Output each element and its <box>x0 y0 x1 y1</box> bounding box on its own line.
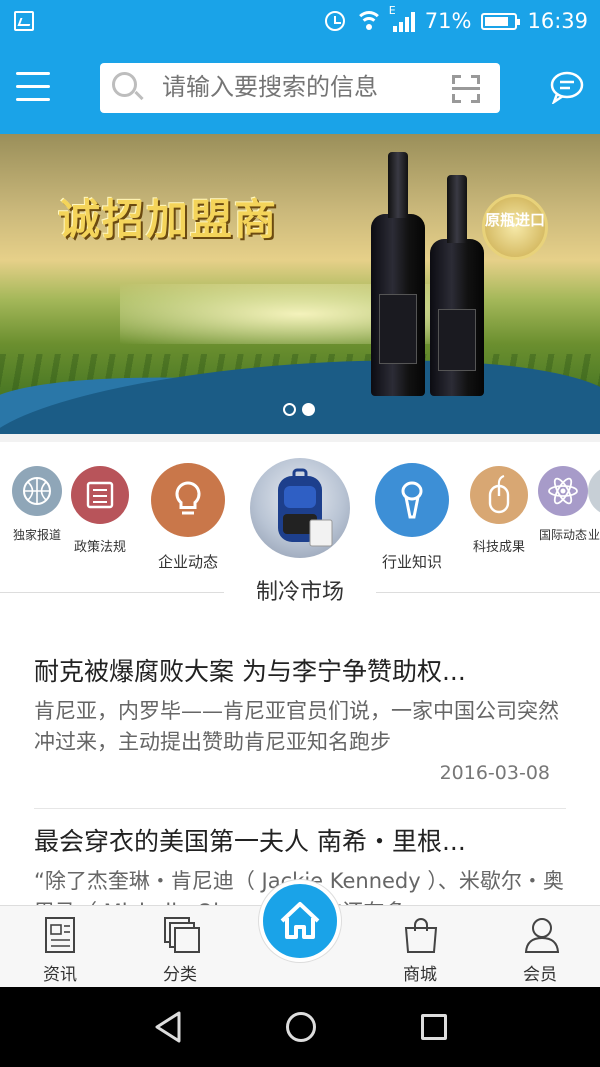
news-icon <box>45 917 75 953</box>
article-title: 最会穿衣的美国第一夫人 南希・里根... <box>34 827 466 856</box>
search-box[interactable] <box>100 63 500 113</box>
category-label: 行业知识 <box>381 553 442 571</box>
scan-icon[interactable] <box>452 75 480 103</box>
wine-bottle-image <box>430 175 484 396</box>
menu-icon[interactable] <box>16 72 50 102</box>
nav-category[interactable]: 分类 <box>130 906 230 988</box>
wine-bottle-image <box>371 152 425 396</box>
shopping-bag-icon <box>404 918 438 953</box>
carousel-dot-active[interactable] <box>302 403 315 416</box>
status-bar: E 71% 16:39 <box>0 0 600 42</box>
import-badge: 原瓶进口 <box>482 194 548 260</box>
nav-news[interactable]: 资讯 <box>10 906 110 988</box>
message-icon[interactable] <box>550 70 584 106</box>
basketball-icon <box>12 466 62 516</box>
featured-category-label: 制冷市场 <box>255 580 344 605</box>
search-input[interactable] <box>162 63 432 113</box>
category-refrigeration-market[interactable] <box>249 458 351 558</box>
nav-label: 会员 <box>523 965 557 985</box>
network-type: E <box>388 4 396 17</box>
system-home-icon[interactable] <box>286 1012 316 1042</box>
carousel-dot[interactable] <box>283 403 296 416</box>
article-item[interactable]: 耐克被爆腐败大案 为与李宁争赞助权... 肯尼亚，内罗毕——肯尼亚官员们说，一家… <box>34 652 566 784</box>
nav-mall[interactable]: 商城 <box>370 906 470 988</box>
category-label: 业 <box>588 528 600 542</box>
category-exclusive[interactable]: 独家报道 <box>6 466 68 543</box>
mouse-icon <box>470 466 528 524</box>
carousel-indicator[interactable] <box>283 403 315 416</box>
microphone-icon <box>375 463 449 537</box>
search-icon <box>112 72 144 102</box>
newspaper-icon <box>71 466 129 524</box>
nav-home-button[interactable] <box>259 880 341 962</box>
promo-banner[interactable]: 诚招加盟商 原瓶进口 <box>0 134 600 434</box>
category-label: 国际动态 <box>538 528 587 542</box>
battery-percent: 71% <box>424 9 472 33</box>
nav-label: 分类 <box>163 965 197 985</box>
article-divider <box>34 808 566 809</box>
signal-icon: E <box>389 4 415 32</box>
category-label: 企业动态 <box>157 553 218 571</box>
lightbulb-icon <box>151 463 225 537</box>
nav-label: 商城 <box>403 965 437 985</box>
recent-apps-icon[interactable] <box>421 1014 447 1040</box>
category-policy[interactable]: 政策法规 <box>66 466 134 555</box>
alarm-icon <box>324 11 345 31</box>
category-label: 科技成果 <box>472 540 525 555</box>
banner-headline: 诚招加盟商 <box>58 195 279 244</box>
battery-icon <box>481 12 521 30</box>
category-industry-knowledge[interactable]: 行业知识 <box>371 463 453 572</box>
category-enterprise[interactable]: 企业动态 <box>146 463 230 572</box>
clock: 16:39 <box>527 9 588 33</box>
back-icon[interactable] <box>153 1010 183 1044</box>
home-icon <box>280 902 320 939</box>
featured-category-title: 制冷市场 <box>0 573 600 613</box>
category-label: 独家报道 <box>12 528 61 542</box>
section-gap <box>0 434 600 442</box>
app-header <box>0 42 600 134</box>
article-summary: 肯尼亚，内罗毕——肯尼亚官员们说，一家中国公司突然冲过来，主动提出赞助肯尼亚知名… <box>34 699 559 754</box>
category-partial[interactable]: 业 <box>588 466 600 543</box>
backpack-photo <box>250 458 350 558</box>
category-tech-results[interactable]: 科技成果 <box>466 466 532 555</box>
article-title: 耐克被爆腐败大案 为与李宁争赞助权... <box>34 657 466 686</box>
gallery-notification-icon <box>14 11 34 31</box>
system-nav-bar <box>0 987 600 1067</box>
nav-label: 资讯 <box>43 965 77 985</box>
category-label: 政策法规 <box>73 540 126 555</box>
category-international[interactable]: 国际动态 <box>534 466 592 543</box>
user-icon <box>524 918 560 953</box>
wifi-icon <box>354 11 383 31</box>
layers-icon <box>164 917 200 953</box>
atom-icon <box>538 466 588 516</box>
nav-member[interactable]: 会员 <box>490 906 590 988</box>
partial-icon <box>588 466 600 516</box>
status-icons: E 71% 16:39 <box>324 4 588 36</box>
article-date: 2016-03-08 <box>439 762 550 784</box>
